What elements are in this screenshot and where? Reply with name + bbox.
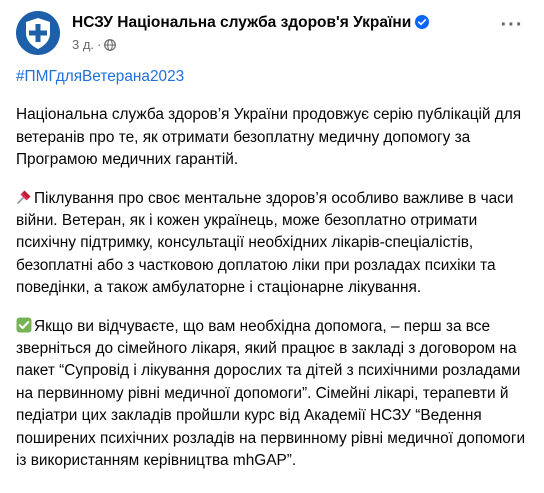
globe-icon[interactable] bbox=[104, 39, 117, 51]
post-meta: 3 д. · bbox=[72, 37, 117, 52]
pushpin-icon bbox=[16, 189, 32, 205]
page-avatar[interactable] bbox=[16, 11, 60, 55]
nszu-logo-icon bbox=[16, 11, 60, 55]
more-options-button[interactable]: ··· bbox=[494, 11, 530, 47]
post-paragraph-mental-health-text: Піклування про своє ментальне здоров’я о… bbox=[16, 189, 514, 297]
post-timestamp[interactable]: 3 д. bbox=[72, 37, 94, 52]
post-paragraph-mental-health: Піклування про своє ментальне здоров’я о… bbox=[16, 188, 530, 300]
post-header: НСЗУ Національна служба здоров'я України… bbox=[16, 11, 544, 55]
post-content: #ПМГдляВетерана2023 Національна служба з… bbox=[16, 66, 530, 489]
page-name[interactable]: НСЗУ Національна служба здоров'я України bbox=[72, 14, 411, 31]
check-mark-button-icon bbox=[16, 317, 32, 333]
post-paragraph-intro: Національна служба здоров’я України прод… bbox=[16, 106, 522, 169]
hashtag-paragraph: #ПМГдляВетерана2023 bbox=[16, 66, 530, 88]
post-paragraph-family-doctor-text: Якщо ви відчуваєте, що вам необхідна доп… bbox=[16, 317, 526, 470]
hashtag-link[interactable]: #ПМГдляВетерана2023 bbox=[16, 68, 184, 85]
more-horizontal-icon: ··· bbox=[500, 14, 524, 36]
meta-separator: · bbox=[97, 37, 102, 52]
post-paragraph-family-doctor: Якщо ви відчуваєте, що вам необхідна доп… bbox=[16, 316, 530, 473]
verified-badge-icon bbox=[415, 15, 430, 29]
page-name-link[interactable]: НСЗУ Національна служба здоров'я України bbox=[72, 14, 430, 32]
facebook-post: НСЗУ Національна служба здоров'я України… bbox=[0, 0, 544, 493]
